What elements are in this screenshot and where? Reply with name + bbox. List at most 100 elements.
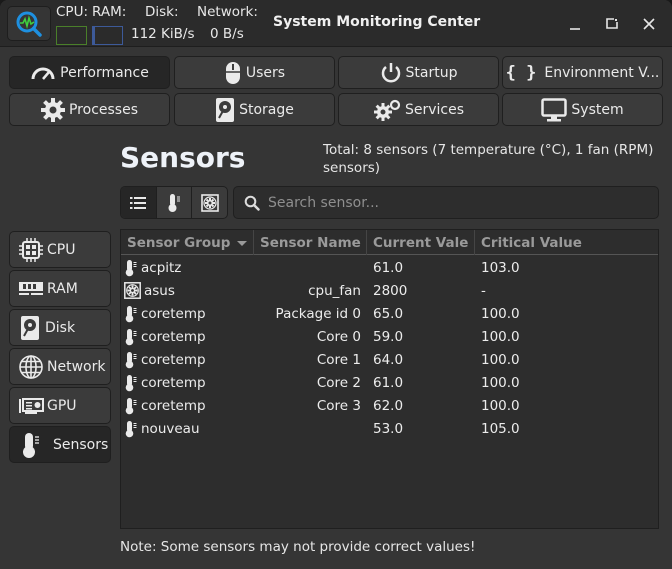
sidebar-item-label: Network — [47, 358, 106, 375]
cell-sensor-group: nouveau — [121, 420, 254, 438]
network-label: Network: — [197, 4, 258, 20]
sensor-group-text: coretemp — [141, 374, 206, 391]
cell-current-value: 61.0 — [373, 259, 404, 276]
sensor-group-text: asus — [144, 282, 175, 299]
minimize-button[interactable] — [563, 12, 587, 36]
filter-fan-button[interactable] — [192, 187, 227, 218]
tab-services[interactable]: Services — [338, 93, 499, 126]
app-menu-button[interactable] — [7, 6, 51, 41]
cell-current-value: 64.0 — [373, 351, 404, 368]
cell-sensor-name: Core 3 — [316, 397, 361, 414]
cell-sensor-name: Core 0 — [316, 328, 361, 345]
filter-temperature-button[interactable] — [157, 187, 193, 218]
ram-label: RAM: — [92, 4, 127, 20]
tab-label: Services — [404, 101, 465, 118]
thermometer-icon — [124, 374, 138, 392]
column-header-current-value[interactable]: Current Vale — [367, 230, 475, 255]
tab-startup[interactable]: Startup — [338, 56, 499, 89]
tab-processes[interactable]: Processes — [9, 93, 170, 126]
cell-critical-value: 100.0 — [481, 374, 520, 391]
cell-sensor-group: asus — [121, 282, 254, 299]
cell-critical-value: 100.0 — [481, 351, 520, 368]
sidebar-item-disk[interactable]: Disk — [9, 309, 111, 346]
table-row[interactable]: nouveau 53.0 105.0 — [121, 417, 658, 440]
gpu-icon — [19, 397, 44, 414]
tab-environment-variables[interactable]: { } Environment V... — [502, 56, 663, 89]
sidebar-item-label: GPU — [47, 397, 77, 414]
window-title: System Monitoring Center — [273, 14, 481, 30]
tab-system[interactable]: System — [502, 93, 663, 126]
column-header-sensor-group[interactable]: Sensor Group — [121, 230, 254, 255]
cell-current-value: 61.0 — [373, 374, 404, 391]
tab-performance[interactable]: Performance — [9, 56, 170, 89]
list-icon — [130, 196, 147, 209]
column-header-label: Sensor Name — [260, 234, 361, 251]
cell-current-value: 53.0 — [373, 420, 404, 437]
cell-current-value: 65.0 — [373, 305, 404, 322]
sensor-group-text: coretemp — [141, 397, 206, 414]
ram-usage-bar — [92, 26, 123, 45]
cell-sensor-group: acpitz — [121, 259, 254, 277]
thermometer-icon — [124, 397, 138, 415]
sidebar-item-ram[interactable]: RAM — [9, 270, 111, 307]
gear-icon — [40, 97, 65, 122]
sidebar-item-network[interactable]: Network — [9, 348, 111, 385]
search-input[interactable] — [268, 194, 638, 211]
search-field[interactable] — [233, 186, 659, 219]
column-header-label: Sensor Group — [127, 234, 231, 251]
ram-icon — [19, 281, 43, 295]
thermometer-icon — [124, 351, 138, 369]
thermometer-icon — [23, 432, 39, 458]
mouse-icon — [225, 61, 240, 84]
cell-critical-value: 100.0 — [481, 397, 520, 414]
cell-sensor-name: Package id 0 — [275, 305, 361, 322]
sensors-table: Sensor Group Sensor Name Current Vale Cr… — [120, 229, 659, 529]
tab-label: Users — [245, 64, 286, 81]
close-button[interactable] — [637, 12, 661, 36]
cell-sensor-group: coretemp — [121, 305, 254, 323]
sidebar-item-cpu[interactable]: CPU — [9, 231, 111, 268]
restore-button[interactable] — [600, 12, 624, 36]
sidebar-item-label: Sensors — [53, 436, 109, 453]
tab-storage[interactable]: Storage — [174, 93, 335, 126]
table-row[interactable]: coretemp Core 2 61.0 100.0 — [121, 371, 658, 394]
cell-critical-value: 100.0 — [481, 305, 520, 322]
app-window: CPU: RAM: Disk: Network: 112 KiB/s 0 B/s… — [0, 0, 672, 569]
table-row[interactable]: coretemp Core 1 64.0 100.0 — [121, 348, 658, 371]
table-row[interactable]: asus cpu_fan 2800 - — [121, 279, 658, 302]
thermometer-icon — [124, 259, 138, 277]
table-row[interactable]: coretemp Package id 0 65.0 100.0 — [121, 302, 658, 325]
network-speed: 0 B/s — [210, 26, 244, 42]
thermometer-icon — [168, 193, 180, 212]
column-header-label: Current Vale — [373, 234, 469, 251]
cell-current-value: 59.0 — [373, 328, 404, 345]
cell-critical-value: 105.0 — [481, 420, 520, 437]
sort-descending-icon — [237, 240, 248, 246]
cell-critical-value: 100.0 — [481, 328, 520, 345]
sidebar-item-sensors[interactable]: Sensors — [9, 426, 111, 463]
cell-sensor-group: coretemp — [121, 374, 254, 392]
globe-icon — [19, 354, 43, 379]
tab-label: Startup — [405, 64, 458, 81]
column-header-critical-value[interactable]: Critical Value — [475, 230, 658, 255]
column-header-sensor-name[interactable]: Sensor Name — [254, 230, 367, 255]
table-row[interactable]: acpitz 61.0 103.0 — [121, 256, 658, 279]
close-icon — [643, 18, 655, 30]
sensor-group-text: coretemp — [141, 328, 206, 345]
tab-users[interactable]: Users — [174, 56, 335, 89]
sidebar-item-gpu[interactable]: GPU — [9, 387, 111, 424]
column-header-label: Critical Value — [481, 234, 582, 251]
table-row[interactable]: coretemp Core 0 59.0 100.0 — [121, 325, 658, 348]
sensor-group-text: acpitz — [141, 259, 182, 276]
sidebar-item-label: Disk — [45, 319, 76, 336]
filter-all-button[interactable] — [121, 187, 157, 218]
sensor-group-text: coretemp — [141, 305, 206, 322]
page-title: Sensors — [120, 141, 246, 174]
cell-sensor-group: coretemp — [121, 328, 254, 346]
fan-icon — [124, 282, 141, 299]
sensor-group-text: nouveau — [141, 420, 200, 437]
table-row[interactable]: coretemp Core 3 62.0 100.0 — [121, 394, 658, 417]
cell-sensor-group: coretemp — [121, 397, 254, 415]
thermometer-icon — [124, 305, 138, 323]
monitor-icon — [541, 97, 568, 121]
